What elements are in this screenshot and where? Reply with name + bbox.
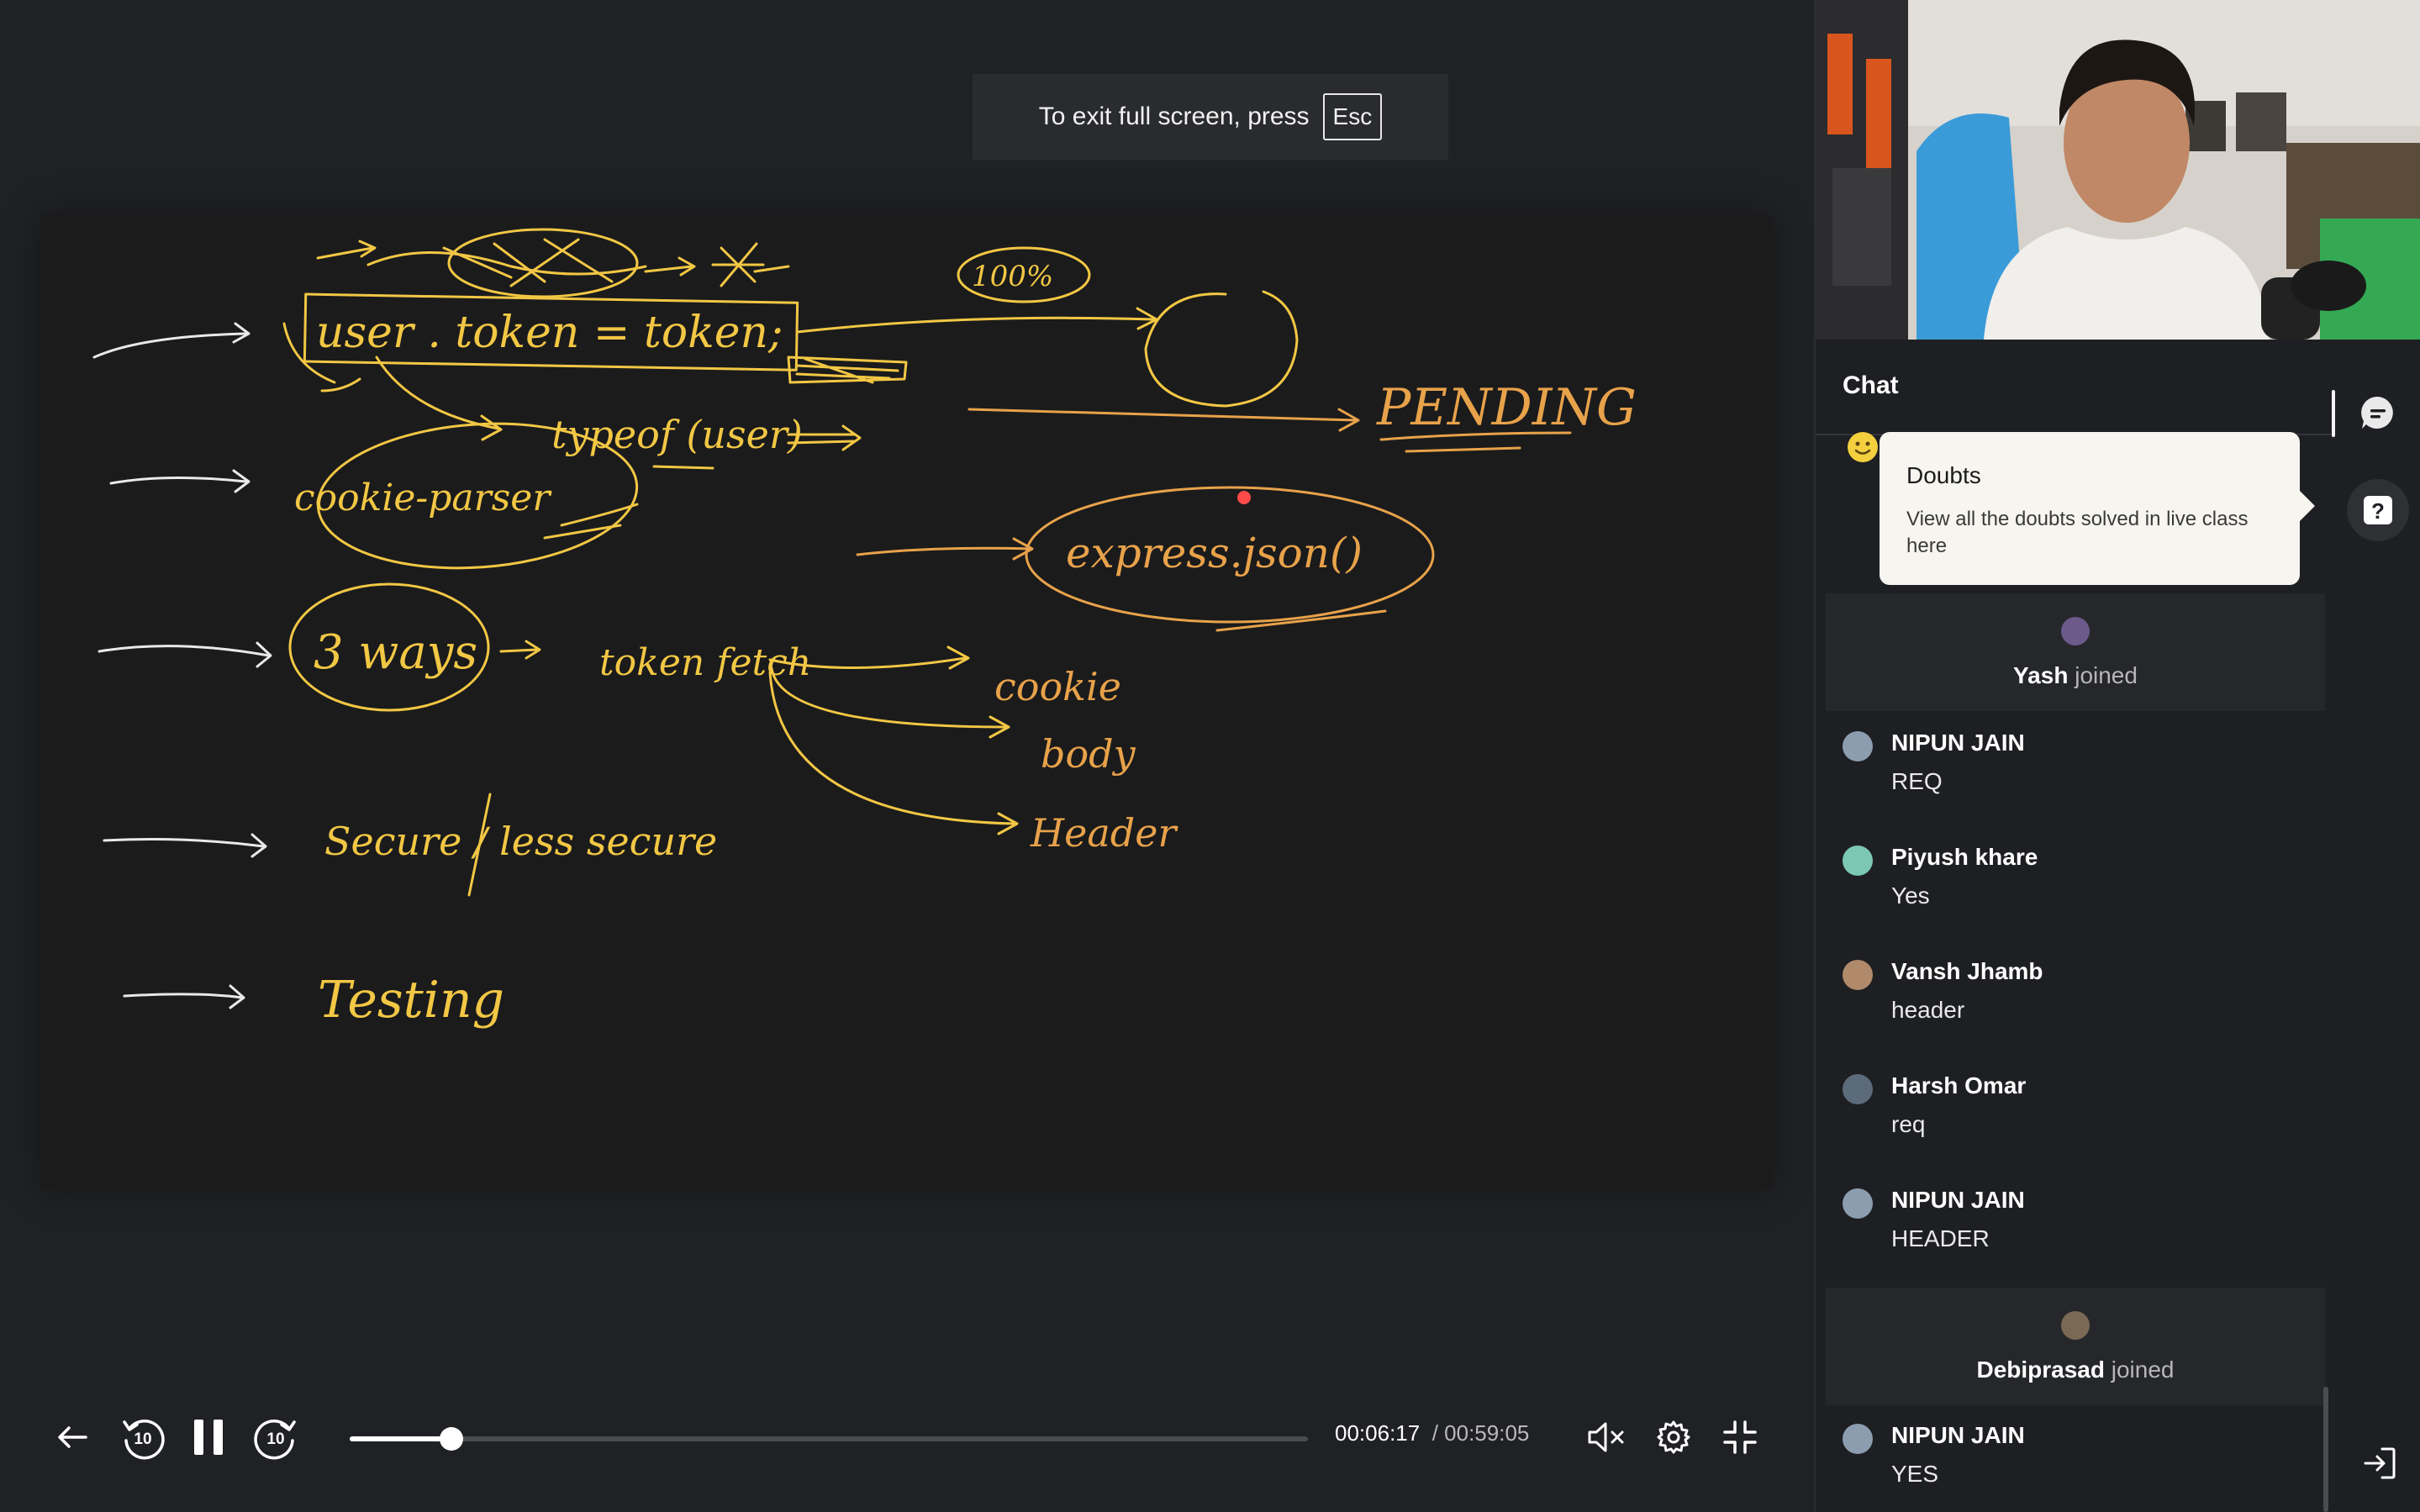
- message-text: YES: [1891, 1461, 1939, 1487]
- exit-fullscreen-icon: [1723, 1420, 1757, 1454]
- chat-title: Chat: [1843, 371, 1899, 399]
- svg-text:10: 10: [266, 1430, 284, 1448]
- doubts-tooltip: Doubts View all the doubts solved in liv…: [1880, 432, 2315, 585]
- avatar: [1843, 1424, 1873, 1454]
- wb-three-ways: 3 ways: [314, 625, 477, 680]
- wb-user-token: user . token = token;: [316, 308, 783, 358]
- message-text: header: [1891, 997, 1965, 1023]
- exit-icon: [2364, 1447, 2396, 1479]
- whiteboard: user . token = token; 100% PENDING typeo…: [40, 214, 1772, 1189]
- svg-text:10: 10: [134, 1430, 151, 1448]
- tooltip-title: Doubts: [1906, 462, 1981, 488]
- exit-fullscreen-button[interactable]: [1721, 1395, 1758, 1479]
- join-suffix: joined: [2075, 662, 2138, 688]
- join-name: Debiprasad: [1976, 1357, 2105, 1383]
- chat-message: Piyush khare Yes: [1843, 844, 2313, 928]
- rewind-10-button[interactable]: 10: [116, 1395, 170, 1479]
- wb-express-json: express.json(): [1066, 529, 1363, 577]
- join-notice: Debiprasad joined: [1826, 1288, 2325, 1405]
- laser-pointer: [1237, 491, 1251, 504]
- avatar: [2061, 617, 2090, 645]
- message-text: REQ: [1891, 768, 1943, 794]
- settings-button[interactable]: [1653, 1395, 1695, 1479]
- forward-10-icon: 10: [254, 1420, 296, 1460]
- message-author: NIPUN JAIN: [1891, 1422, 2025, 1448]
- seek-bar-progress: [350, 1436, 452, 1441]
- pause-icon: [194, 1420, 223, 1455]
- wb-cookie-parser: cookie-parser: [294, 477, 552, 519]
- smiley-icon: [1848, 432, 1878, 462]
- question-icon: ?: [2364, 496, 2392, 524]
- time-separator: /: [1431, 1420, 1438, 1446]
- avatar: [1843, 1188, 1873, 1219]
- wb-typeof: typeof (user): [551, 412, 803, 457]
- mute-button[interactable]: [1585, 1395, 1627, 1479]
- volume-muted-icon: [1588, 1422, 1624, 1452]
- wb-body: body: [1041, 731, 1136, 777]
- chat-message: Vansh Jhamb header: [1843, 958, 2313, 1042]
- message-author: NIPUN JAIN: [1891, 730, 2025, 756]
- message-text: Yes: [1891, 882, 1930, 909]
- video-stage: user . token = token; 100% PENDING typeo…: [0, 0, 1814, 1512]
- time-display: 00:06:17 / 00:59:05: [1335, 1420, 1529, 1446]
- tab-doubts[interactable]: ?: [2347, 479, 2409, 541]
- avatar: [1843, 846, 1873, 876]
- chat-scrollbar[interactable]: [2323, 1387, 2328, 1512]
- message-author: Piyush khare: [1891, 844, 2038, 870]
- wb-testing: Testing: [318, 971, 504, 1030]
- esc-key-badge: Esc: [1322, 93, 1383, 140]
- tooltip-body: View all the doubts solved in live class…: [1906, 508, 2249, 557]
- gear-icon: [1657, 1420, 1690, 1454]
- seek-bar-handle[interactable]: [440, 1427, 464, 1451]
- seek-bar[interactable]: [350, 1427, 1308, 1451]
- wb-percent: 100%: [972, 260, 1053, 293]
- whiteboard-canvas: user . token = token; 100% PENDING typeo…: [92, 228, 1637, 1030]
- avatar: [2061, 1311, 2090, 1340]
- avatar: [1843, 960, 1873, 990]
- forward-10-button[interactable]: 10: [249, 1395, 303, 1479]
- chat-message: Harsh Omar req: [1843, 1072, 2313, 1156]
- chat-bubble-icon: [2361, 396, 2393, 429]
- chat-message: NIPUN JAIN HEADER: [1843, 1187, 2313, 1271]
- wb-header: Header: [1030, 810, 1178, 856]
- pause-button[interactable]: [187, 1395, 230, 1479]
- avatar: [1843, 731, 1873, 761]
- chat-message: NIPUN JAIN REQ: [1843, 730, 2313, 814]
- instructor-webcam: [1816, 0, 2420, 340]
- join-name: Yash: [2013, 662, 2069, 688]
- chat-message: NIPUN JAIN YES: [1843, 1422, 2313, 1506]
- message-author: Vansh Jhamb: [1891, 958, 2043, 984]
- arrow-row-1: [92, 332, 248, 359]
- arrow-left-icon: [58, 1426, 87, 1448]
- join-suffix: joined: [2111, 1357, 2175, 1383]
- svg-text:?: ?: [2371, 498, 2385, 524]
- fullscreen-notice: To exit full screen, press Esc: [973, 74, 1448, 160]
- message-text: HEADER: [1891, 1225, 1990, 1251]
- leave-class-button[interactable]: [2362, 1446, 2397, 1481]
- message-text: req: [1891, 1111, 1926, 1137]
- wb-token-fetch: token fetch: [599, 641, 811, 684]
- wb-secure: Secure / less secure: [324, 819, 717, 864]
- webcam-feed: [1816, 0, 2420, 340]
- back-button[interactable]: [54, 1395, 91, 1479]
- chat-messages[interactable]: Yash joined NIPUN JAIN REQ Piyush khare …: [1816, 434, 2335, 1512]
- message-author: NIPUN JAIN: [1891, 1187, 2025, 1213]
- wb-pending: PENDING: [1376, 378, 1637, 437]
- join-notice: Yash joined: [1826, 593, 2325, 711]
- wb-cookie: cookie: [994, 664, 1121, 709]
- tab-chat[interactable]: [2357, 392, 2399, 434]
- chat-header: Chat: [1816, 340, 2335, 435]
- rewind-10-icon: 10: [123, 1420, 165, 1460]
- current-time: 00:06:17: [1335, 1420, 1421, 1446]
- duration: 00:59:05: [1444, 1420, 1530, 1446]
- fullscreen-notice-text: To exit full screen, press: [1038, 103, 1310, 130]
- active-tab-indicator: [2332, 390, 2335, 437]
- avatar: [1843, 1074, 1873, 1104]
- message-author: Harsh Omar: [1891, 1072, 2027, 1098]
